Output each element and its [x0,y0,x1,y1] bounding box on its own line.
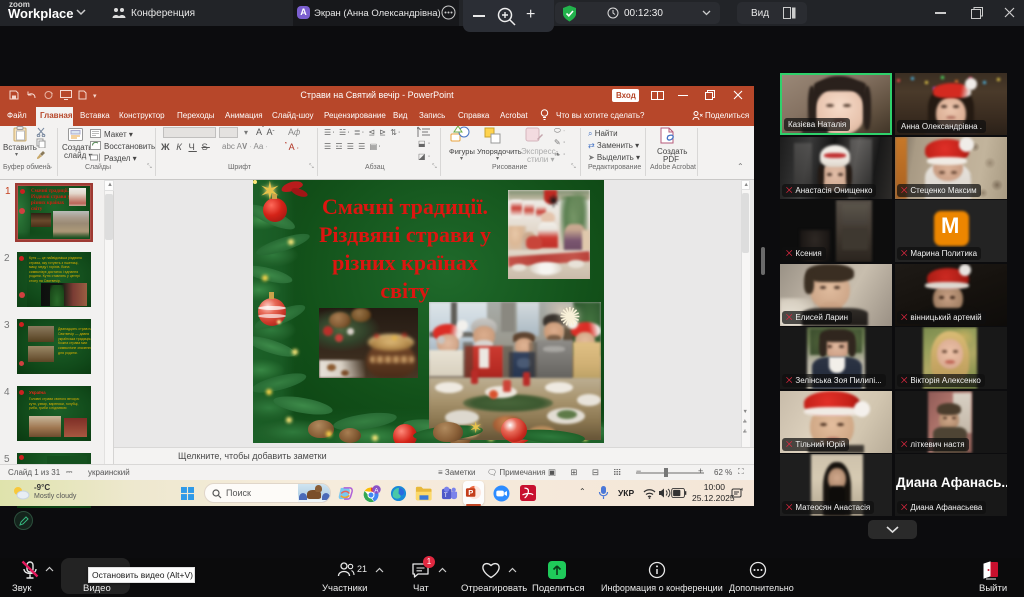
svg-text:A: A [374,487,379,494]
svg-text:P: P [468,488,473,497]
svg-text:T: T [444,492,448,499]
